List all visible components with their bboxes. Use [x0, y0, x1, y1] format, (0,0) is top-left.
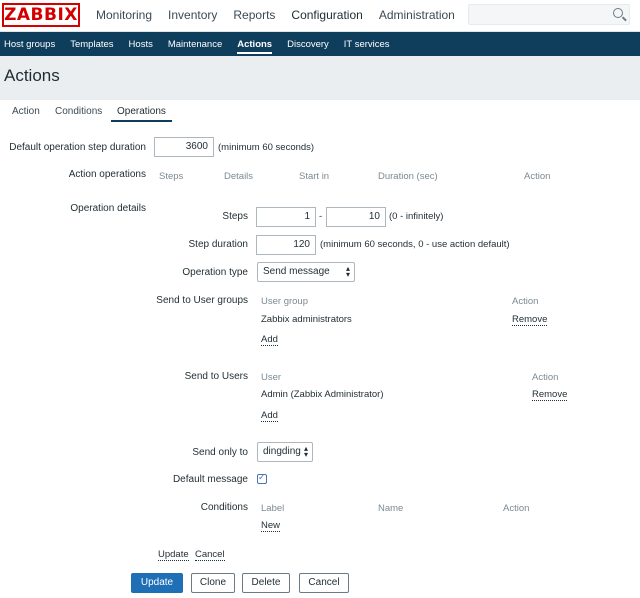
zabbix-logo[interactable]: ZABBIX — [2, 3, 80, 27]
col-name: Name — [378, 503, 404, 514]
nav-monitoring[interactable]: Monitoring — [96, 8, 152, 22]
send-only-to-value: dingding — [263, 446, 301, 457]
col-conditions-action: Action — [503, 503, 530, 514]
remove-user-link[interactable]: Remove — [532, 389, 568, 401]
select-arrows-icon: ▴ ▾ — [303, 444, 308, 459]
step-duration-label: Step duration — [188, 239, 249, 250]
col-user-group-action: Action — [512, 296, 539, 307]
form-tabs: Action Conditions Operations — [0, 104, 640, 124]
col-user-group: User group — [261, 296, 308, 307]
subnav-templates[interactable]: Templates — [70, 35, 113, 54]
col-action: Action — [524, 171, 551, 182]
add-user-group-link[interactable]: Add — [261, 334, 278, 346]
steps-hint: (0 - infinitely) — [389, 211, 444, 222]
nav-reports[interactable]: Reports — [233, 8, 275, 22]
tab-conditions[interactable]: Conditions — [55, 106, 102, 117]
nav-administration[interactable]: Administration — [379, 8, 455, 22]
cancel-button[interactable]: Cancel — [299, 573, 349, 593]
cancel-operation-link[interactable]: Cancel — [195, 549, 225, 561]
top-bar: ZABBIX Monitoring Inventory Reports Conf… — [0, 0, 640, 32]
conditions-label: Conditions — [200, 502, 248, 513]
default-step-duration-input[interactable]: 3600 — [154, 137, 214, 157]
search-input[interactable] — [468, 4, 630, 25]
default-step-duration-hint: (minimum 60 seconds) — [218, 142, 315, 153]
page-title: Actions — [4, 66, 60, 85]
tab-operations[interactable]: Operations — [111, 106, 172, 122]
nav-inventory[interactable]: Inventory — [168, 8, 217, 22]
operation-type-label: Operation type — [182, 267, 248, 278]
col-details: Details — [224, 171, 254, 182]
col-steps: Steps — [159, 171, 184, 182]
send-user-groups-label: Send to User groups — [156, 295, 248, 306]
default-message-label: Default message — [172, 474, 248, 485]
action-operations-label: Action operations — [68, 169, 146, 180]
search-icon[interactable] — [613, 8, 623, 18]
col-user: User — [261, 372, 282, 383]
steps-from-input[interactable]: 1 — [256, 207, 316, 227]
send-users-label: Send to Users — [184, 371, 248, 382]
update-operation-link[interactable]: Update — [158, 549, 189, 561]
update-button[interactable]: Update — [131, 573, 183, 593]
step-duration-input[interactable]: 120 — [256, 235, 316, 255]
subnav-maintenance[interactable]: Maintenance — [168, 35, 222, 54]
col-start-in: Start in — [299, 171, 330, 182]
subnav-discovery[interactable]: Discovery — [287, 35, 329, 54]
step-duration-hint: (minimum 60 seconds, 0 - use action defa… — [320, 239, 510, 250]
subnav-it-services[interactable]: IT services — [344, 35, 390, 54]
main-nav: Monitoring Inventory Reports Configurati… — [96, 8, 471, 22]
user-group-row: Zabbix administrators — [261, 314, 352, 325]
nav-configuration[interactable]: Configuration — [291, 8, 362, 22]
default-step-duration-label: Default operation step duration — [9, 142, 146, 153]
steps-separator: - — [319, 211, 323, 222]
select-arrows-icon: ▴ ▾ — [345, 264, 350, 279]
sub-nav: Host groups Templates Hosts Maintenance … — [0, 32, 640, 56]
default-message-checkbox[interactable] — [257, 472, 267, 484]
send-only-to-select[interactable]: dingding ▴ ▾ — [257, 442, 313, 462]
tab-action[interactable]: Action — [12, 106, 40, 117]
add-user-link[interactable]: Add — [261, 410, 278, 422]
subnav-actions[interactable]: Actions — [237, 35, 273, 54]
new-condition-link[interactable]: New — [261, 520, 281, 532]
col-label: Label — [261, 503, 285, 514]
subnav-hosts[interactable]: Hosts — [129, 35, 153, 54]
operation-type-value: Send message — [263, 266, 330, 277]
steps-to-input[interactable]: 10 — [326, 207, 386, 227]
clone-button[interactable]: Clone — [191, 573, 235, 593]
col-duration: Duration (sec) — [378, 171, 438, 182]
operation-type-select[interactable]: Send message ▴ ▾ — [257, 262, 355, 282]
page-header: Actions — [0, 56, 640, 100]
operation-details-label: Operation details — [70, 203, 146, 214]
remove-user-group-link[interactable]: Remove — [512, 314, 548, 326]
steps-label: Steps — [222, 211, 248, 222]
delete-button[interactable]: Delete — [242, 573, 290, 593]
subnav-host-groups[interactable]: Host groups — [4, 35, 55, 54]
col-user-action: Action — [532, 372, 559, 383]
send-only-to-label: Send only to — [192, 447, 248, 458]
user-row: Admin (Zabbix Administrator) — [261, 389, 384, 400]
